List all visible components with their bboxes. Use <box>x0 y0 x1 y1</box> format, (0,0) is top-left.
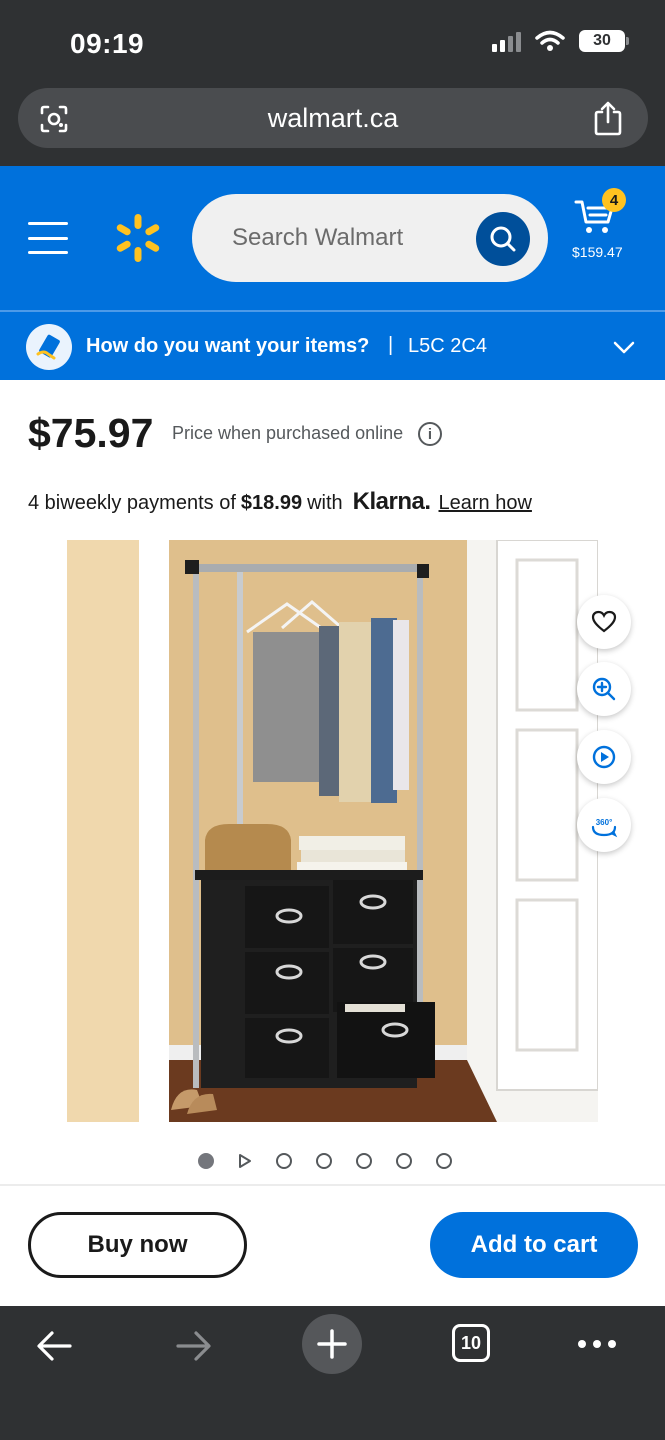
search-icon <box>490 226 516 252</box>
heart-icon <box>591 610 617 633</box>
buy-now-button[interactable]: Buy now <box>28 1212 247 1278</box>
view-360-button[interactable]: 360° <box>577 798 631 852</box>
postal-code: L5C 2C4 <box>408 335 487 357</box>
fulfillment-selector[interactable]: How do you want your items? | L5C 2C4 <box>0 310 665 380</box>
video-button[interactable] <box>577 730 631 784</box>
favorite-button[interactable] <box>577 595 631 649</box>
page-scan-icon[interactable] <box>38 103 70 135</box>
chevron-down-icon[interactable] <box>613 336 635 358</box>
browser-toolbar: 10 <box>0 1306 665 1440</box>
more-options-icon[interactable] <box>578 1340 616 1348</box>
share-icon[interactable] <box>592 100 624 136</box>
carousel-dot[interactable] <box>276 1153 292 1169</box>
play-video-icon <box>592 745 616 769</box>
klarna-logo: Klarna. <box>352 488 431 515</box>
back-arrow-icon[interactable] <box>34 1328 74 1364</box>
zoom-button[interactable] <box>577 662 631 716</box>
battery-icon: 30 <box>579 30 629 52</box>
add-to-cart-button[interactable]: Add to cart <box>430 1212 638 1278</box>
status-icons: 30 <box>492 30 629 52</box>
klarna-financing: 4 biweekly payments of $18.99 with Klarn… <box>28 488 532 516</box>
menu-icon[interactable] <box>28 222 68 254</box>
wifi-icon <box>535 30 565 51</box>
klarna-prefix: 4 biweekly payments of <box>28 492 236 514</box>
search-input[interactable]: Search Walmart <box>192 194 548 282</box>
divider <box>0 1184 665 1186</box>
url-text: walmart.ca <box>267 102 399 133</box>
image-carousel-indicators <box>198 1153 452 1169</box>
360-view-icon: 360° <box>591 818 618 838</box>
product-image[interactable] <box>67 540 598 1122</box>
carousel-video-dot-icon[interactable] <box>238 1153 252 1169</box>
carousel-dot[interactable] <box>396 1153 412 1169</box>
search-button[interactable] <box>476 212 530 266</box>
site-header: Search Walmart 4 $159.47 <box>0 166 665 310</box>
forward-arrow-icon[interactable] <box>174 1328 214 1364</box>
price-note: Price when purchased online <box>172 423 404 443</box>
search-placeholder: Search Walmart <box>232 224 404 251</box>
status-time: 09:19 <box>70 28 145 59</box>
info-icon[interactable]: i <box>418 422 442 446</box>
browser-top-chrome: 09:19 30 walmart.ca <box>0 0 665 166</box>
carousel-dot[interactable] <box>436 1153 452 1169</box>
klarna-with: with <box>307 492 343 514</box>
cart-button[interactable]: 4 $159.47 <box>566 188 636 268</box>
delivery-icon <box>26 324 72 370</box>
closet-organizer-image <box>67 540 598 1122</box>
cart-total: $159.47 <box>572 244 623 260</box>
walmart-spark-logo[interactable] <box>112 212 164 264</box>
tabs-button[interactable]: 10 <box>452 1324 490 1362</box>
delivery-prompt: How do you want your items? <box>86 335 370 357</box>
product-content: $75.97 Price when purchased online i 4 b… <box>0 380 665 1306</box>
carousel-dot[interactable] <box>356 1153 372 1169</box>
cart-count-badge: 4 <box>602 188 626 212</box>
cellular-signal-icon <box>492 30 521 52</box>
learn-how-link[interactable]: Learn how <box>439 492 532 515</box>
360-view-label: 360° <box>596 818 613 827</box>
new-tab-button[interactable] <box>302 1314 362 1374</box>
carousel-dot[interactable] <box>316 1153 332 1169</box>
carousel-dot-active[interactable] <box>198 1153 214 1169</box>
klarna-amount: $18.99 <box>240 492 303 514</box>
product-price: $75.97 <box>28 410 154 456</box>
delivery-separator: | <box>388 334 394 356</box>
url-bar[interactable]: walmart.ca <box>18 88 648 148</box>
plus-icon <box>317 1329 347 1359</box>
zoom-in-icon <box>592 677 616 701</box>
